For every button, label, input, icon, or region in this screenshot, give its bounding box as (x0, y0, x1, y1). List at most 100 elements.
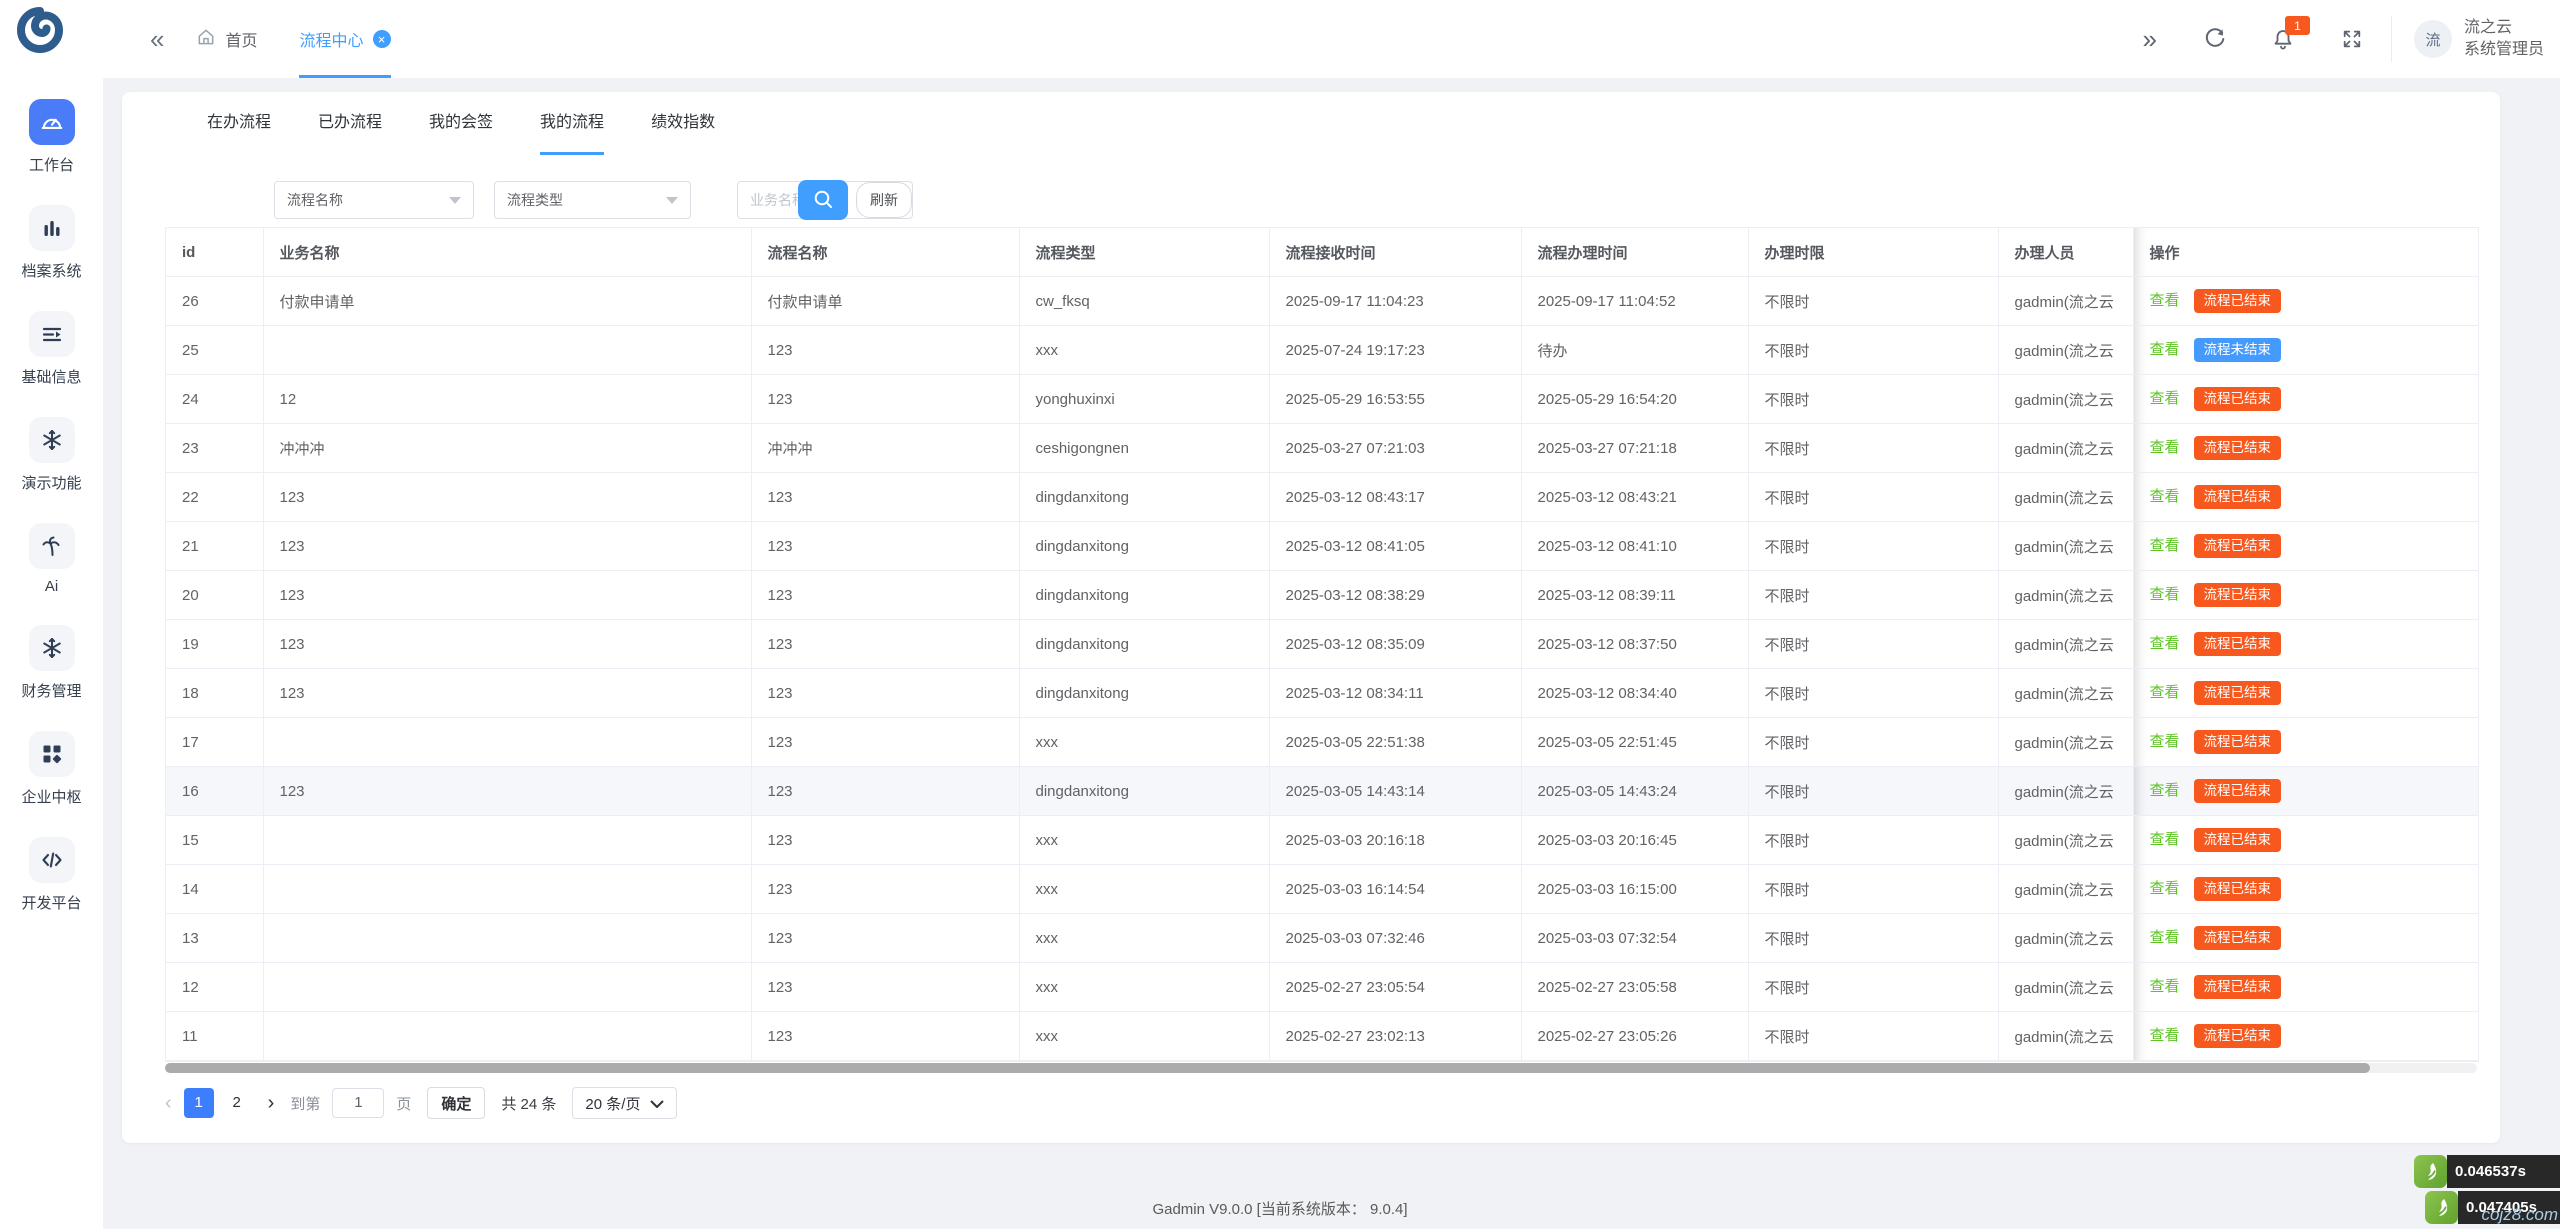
user-name[interactable]: 流之云 系统管理员 (2464, 17, 2544, 62)
page-size-select[interactable]: 20 条/页 (572, 1087, 677, 1119)
user-role-line2: 系统管理员 (2464, 39, 2544, 61)
process-name-select[interactable]: 流程名称 (274, 181, 474, 219)
cell-operator: gadmin(流之云 (1998, 914, 2133, 963)
cell-handled: 2025-03-05 22:51:45 (1521, 718, 1748, 767)
sidebar-item-label: Ai (45, 578, 58, 595)
h-scrollbar-thumb[interactable] (165, 1063, 2370, 1073)
sidebar-item-label: 档案系统 (21, 260, 81, 281)
cell-name: 123 (751, 669, 1019, 718)
sidebar-item-demo[interactable]: 演示功能 (0, 417, 103, 493)
app-logo-icon (16, 6, 64, 54)
sidebar: 工作台档案系统基础信息演示功能 Ai 财务管理企业中枢开发平台 (0, 78, 103, 1229)
cell-type: xxx (1019, 326, 1269, 375)
refresh-list-button[interactable]: 刷新 (856, 182, 912, 218)
sidebar-item-archive[interactable]: 档案系统 (0, 205, 103, 281)
table-row: 26付款申请单付款申请单cw_fksq2025-09-17 11:04:2320… (166, 277, 2478, 326)
next-page-arrow[interactable]: › (268, 1093, 275, 1113)
refresh-page-icon[interactable] (2203, 27, 2227, 51)
cell-type: ceshigongnen (1019, 424, 1269, 473)
search-button[interactable] (798, 180, 848, 220)
status-badge: 流程已结束 (2194, 681, 2282, 705)
sidebar-item-workbench[interactable]: 工作台 (0, 99, 103, 175)
tab-home[interactable]: 首页 (196, 0, 257, 78)
tab-process-center[interactable]: 流程中心 × (299, 0, 390, 78)
tab-my-process[interactable]: 我的流程 (540, 92, 604, 155)
view-link[interactable]: 查看 (2150, 488, 2180, 505)
view-link[interactable]: 查看 (2150, 292, 2180, 309)
view-link[interactable]: 查看 (2150, 929, 2180, 946)
sidebar-item-base-info[interactable]: 基础信息 (0, 311, 103, 387)
watermark: cojz8.com (2481, 1205, 2558, 1225)
cell-id: 15 (166, 816, 263, 865)
cell-received: 2025-03-12 08:41:05 (1269, 522, 1521, 571)
cell-received: 2025-07-24 19:17:23 (1269, 326, 1521, 375)
cell-handled: 2025-03-12 08:43:21 (1521, 473, 1748, 522)
perf-badge-1: 0.046537s (2414, 1155, 2560, 1188)
view-link[interactable]: 查看 (2150, 733, 2180, 750)
view-link[interactable]: 查看 (2150, 880, 2180, 897)
notifications-bell-icon[interactable]: 1 (2271, 27, 2295, 51)
tab-done-process[interactable]: 已办流程 (318, 92, 382, 155)
tab-my-countersign[interactable]: 我的会签 (429, 92, 493, 155)
table-body: 26付款申请单付款申请单cw_fksq2025-09-17 11:04:2320… (166, 277, 2478, 1061)
tab-in-process[interactable]: 在办流程 (207, 92, 271, 155)
cell-received: 2025-03-03 16:14:54 (1269, 865, 1521, 914)
cell-type: cw_fksq (1019, 277, 1269, 326)
view-link[interactable]: 查看 (2150, 439, 2180, 456)
sidebar-item-dev[interactable]: 开发平台 (0, 837, 103, 913)
view-link[interactable]: 查看 (2150, 635, 2180, 652)
user-avatar[interactable]: 流 (2414, 20, 2452, 58)
view-link[interactable]: 查看 (2150, 831, 2180, 848)
view-link[interactable]: 查看 (2150, 341, 2180, 358)
table-row: 19123123dingdanxitong2025-03-12 08:35:09… (166, 620, 2478, 669)
cell-id: 18 (166, 669, 263, 718)
cell-business (263, 963, 751, 1012)
view-link[interactable]: 查看 (2150, 586, 2180, 603)
sidebar-item-enterprise[interactable]: 企业中枢 (0, 731, 103, 807)
cell-handled: 2025-03-03 16:15:00 (1521, 865, 1748, 914)
close-tab-icon[interactable]: × (373, 30, 391, 48)
cell-business: 123 (263, 522, 751, 571)
cell-name: 123 (751, 522, 1019, 571)
cell-operator: gadmin(流之云 (1998, 963, 2133, 1012)
cell-limit: 不限时 (1748, 914, 1998, 963)
cell-operator: gadmin(流之云 (1998, 816, 2133, 865)
expand-tabs-icon[interactable]: » (2143, 26, 2157, 52)
view-link[interactable]: 查看 (2150, 390, 2180, 407)
page-size-value: 20 条/页 (585, 1093, 640, 1114)
view-link[interactable]: 查看 (2150, 782, 2180, 799)
perf-time-1: 0.046537s (2447, 1155, 2560, 1188)
table-row: 2412123yonghuxinxi2025-05-29 16:53:55202… (166, 375, 2478, 424)
column-header: 流程接收时间 (1269, 228, 1521, 277)
tab-kpi[interactable]: 绩效指数 (651, 92, 715, 155)
cell-id: 13 (166, 914, 263, 963)
page-number-1[interactable]: 1 (184, 1088, 214, 1118)
cell-name: 123 (751, 767, 1019, 816)
cell-name: 123 (751, 865, 1019, 914)
sidebar-item-ai[interactable]: Ai (0, 523, 103, 595)
goto-label: 到第 (290, 1093, 320, 1114)
fullscreen-icon[interactable] (2341, 28, 2363, 50)
cell-id: 24 (166, 375, 263, 424)
status-badge: 流程未结束 (2194, 338, 2282, 362)
process-type-select[interactable]: 流程类型 (494, 181, 691, 219)
prev-page-arrow[interactable]: ‹ (165, 1093, 172, 1113)
confirm-goto-button[interactable]: 确定 (427, 1087, 485, 1119)
cell-id: 20 (166, 571, 263, 620)
collapse-tabs-icon[interactable]: « (150, 26, 164, 52)
view-link[interactable]: 查看 (2150, 1027, 2180, 1044)
table-row: 13123xxx2025-03-03 07:32:462025-03-03 07… (166, 914, 2478, 963)
sidebar-item-finance[interactable]: 财务管理 (0, 625, 103, 701)
cell-handled: 2025-02-27 23:05:26 (1521, 1012, 1748, 1061)
cell-business: 12 (263, 375, 751, 424)
table-header-row: id业务名称流程名称流程类型流程接收时间流程办理时间办理时限办理人员操作 (166, 228, 2478, 277)
view-link[interactable]: 查看 (2150, 684, 2180, 701)
goto-page-input[interactable]: 1 (332, 1088, 384, 1118)
status-badge: 流程已结束 (2194, 534, 2282, 558)
cell-name: 123 (751, 718, 1019, 767)
cell-business: 123 (263, 669, 751, 718)
view-link[interactable]: 查看 (2150, 978, 2180, 995)
view-link[interactable]: 查看 (2150, 537, 2180, 554)
page-number-2[interactable]: 2 (222, 1088, 252, 1118)
table-row: 25123xxx2025-07-24 19:17:23待办不限时gadmin(流… (166, 326, 2478, 375)
